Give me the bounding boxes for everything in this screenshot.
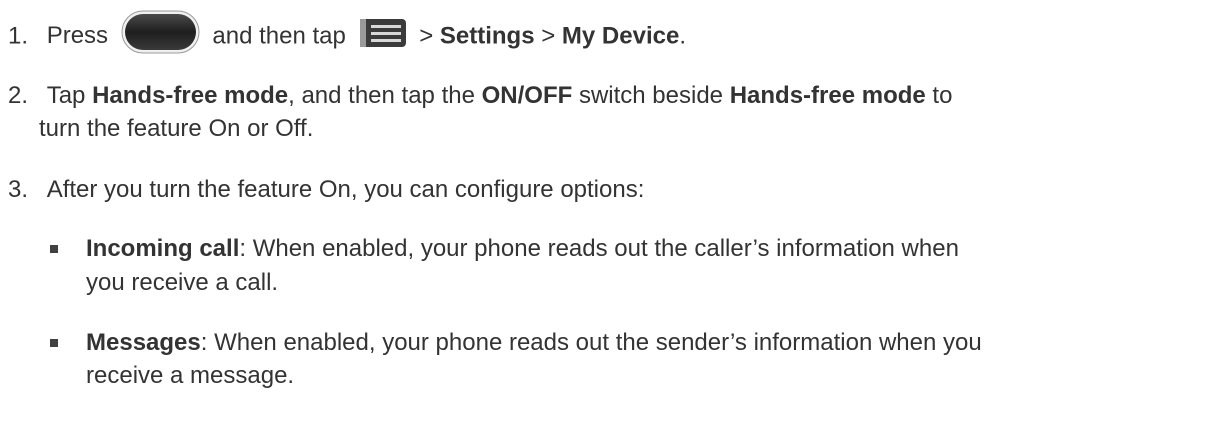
step-1-period: . [679,22,686,50]
option-incoming-call-line-1: Incoming call: When enabled, your phone … [86,234,959,264]
messages-desc: : When enabled, your phone reads out the… [200,329,982,356]
step-1: 1. Press and then tap > Settings > My De… [8,10,686,54]
incoming-call-desc: : When enabled, your phone reads out the… [239,235,959,262]
hands-free-mode-label-2: Hands-free mode [729,82,926,109]
step-1-text-press: Press [46,22,109,50]
menu-key-icon [359,19,406,47]
step-2-line-1: 2. Tap Hands-free mode, and then tap the… [8,81,952,111]
step-2-text-switch-beside: switch beside [578,82,724,109]
messages-term: Messages [86,329,201,356]
my-device-label: My Device [561,22,680,50]
step-2-text-and-then: , and then tap the [288,82,475,109]
hands-free-mode-label: Hands-free mode [92,82,289,109]
on-off-label: ON/OFF [481,82,573,109]
step-3-number: 3. [8,176,29,203]
step-1-separator-1: > [419,22,434,50]
step-1-text-and-then-tap: and then tap [212,22,346,50]
bullet-incoming-call [50,245,58,253]
settings-label: Settings [439,22,535,50]
bullet-messages [50,339,58,347]
incoming-call-term: Incoming call [86,235,240,262]
option-incoming-call-line-2: you receive a call. [86,269,279,296]
step-3: 3. After you turn the feature On, you ca… [8,175,644,205]
step-3-text: After you turn the feature On, you can c… [46,176,645,203]
option-messages-line-1: Messages: When enabled, your phone reads… [86,328,982,358]
step-2-number: 2. [8,82,29,109]
step-1-number: 1. [8,22,29,50]
step-1-separator-2: > [541,22,556,50]
step-2-line-2: turn the feature On or Off. [39,115,314,142]
step-2-text-to: to [932,82,953,109]
step-2-text-tap: Tap [46,82,86,109]
option-messages-line-2: receive a message. [86,362,295,389]
home-key-icon [121,10,200,54]
instructions-document: 1. Press and then tap > Settings > My De… [0,0,1210,427]
